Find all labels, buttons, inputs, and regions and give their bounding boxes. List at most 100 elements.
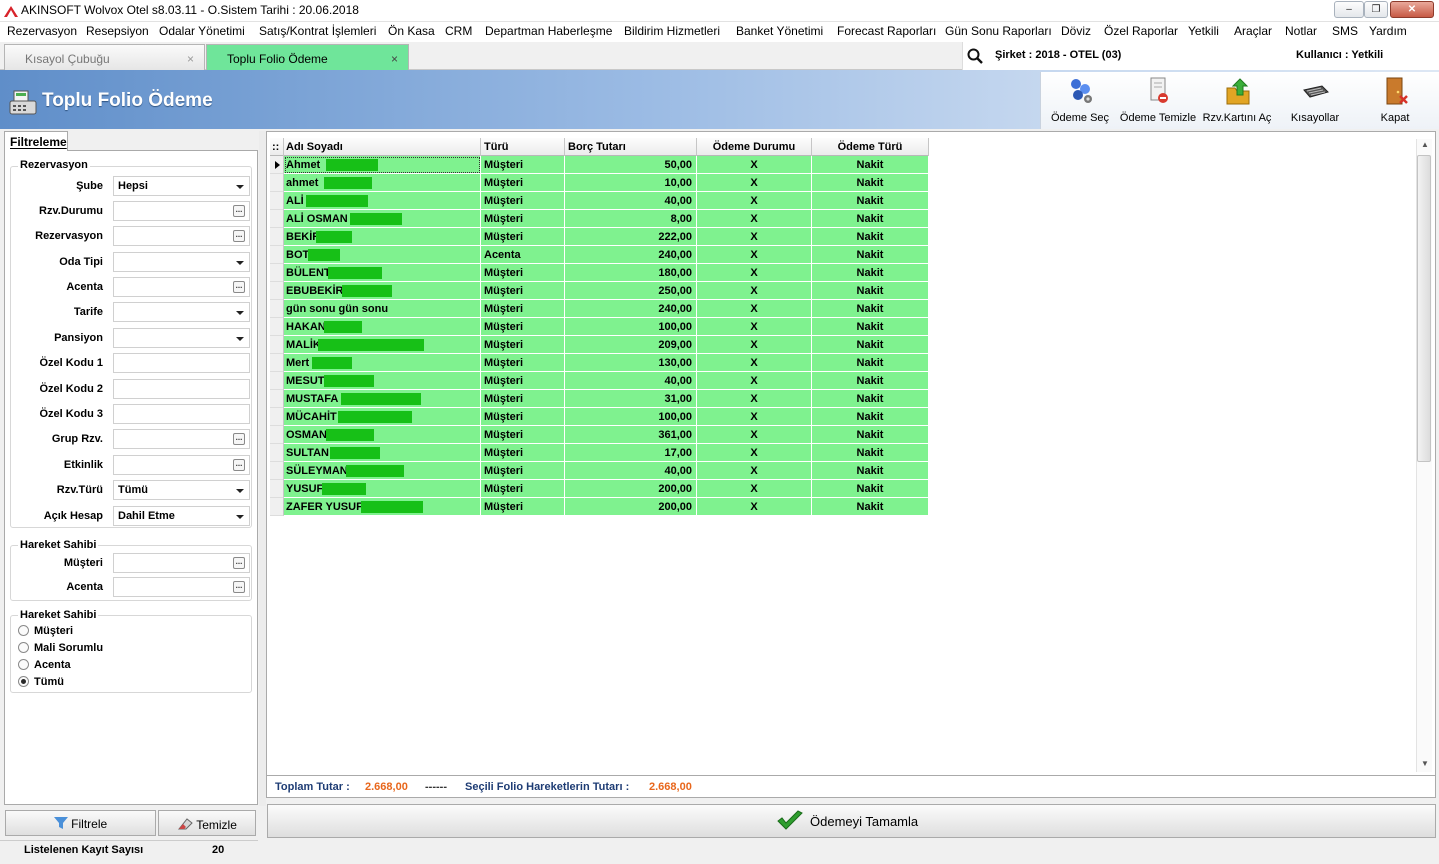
- table-row[interactable]: ZAFER YUSUF Müşteri 200,00 X Nakit: [270, 498, 929, 516]
- cell-payment-status[interactable]: X: [697, 354, 812, 372]
- tab-filtreleme[interactable]: Filtreleme: [4, 131, 68, 151]
- radio-musteri[interactable]: Müşteri: [18, 625, 73, 637]
- table-row[interactable]: EBUBEKİR Müşteri 250,00 X Nakit: [270, 282, 929, 300]
- cell-payment-type[interactable]: Nakit: [812, 282, 929, 300]
- cell-payment-status[interactable]: X: [697, 408, 812, 426]
- row-indicator[interactable]: [270, 282, 284, 300]
- pansiyon-dropdown[interactable]: [113, 328, 250, 348]
- kapat-button[interactable]: Kapat: [1356, 76, 1434, 126]
- cell-payment-type[interactable]: Nakit: [812, 300, 929, 318]
- table-row[interactable]: MUSTAFA Müşteri 31,00 X Nakit: [270, 390, 929, 408]
- rzv-durumu-field[interactable]: ...: [113, 201, 250, 221]
- ozel-kodu-2-input[interactable]: [113, 379, 250, 399]
- table-row[interactable]: Ahmet Müşteri 50,00 X Nakit: [270, 156, 929, 174]
- menu-crm[interactable]: CRM: [445, 24, 472, 38]
- cell-payment-status[interactable]: X: [697, 444, 812, 462]
- ozel-kodu-1-input[interactable]: [113, 353, 250, 373]
- row-indicator[interactable]: [270, 390, 284, 408]
- hareket-acenta-field[interactable]: ...: [113, 577, 250, 597]
- row-indicator[interactable]: [270, 462, 284, 480]
- cell-payment-status[interactable]: X: [697, 192, 812, 210]
- radio-mali-sorumlu[interactable]: Mali Sorumlu: [18, 642, 103, 654]
- row-indicator[interactable]: [270, 174, 284, 192]
- splitter[interactable]: [259, 131, 266, 806]
- ozel-kodu-3-input[interactable]: [113, 404, 250, 424]
- row-indicator[interactable]: [270, 246, 284, 264]
- oda-tipi-dropdown[interactable]: [113, 252, 250, 272]
- grup-rzv-field[interactable]: ...: [113, 429, 250, 449]
- row-indicator[interactable]: [270, 228, 284, 246]
- menu-resepsiyon[interactable]: Resepsiyon: [86, 24, 149, 38]
- cell-payment-type[interactable]: Nakit: [812, 408, 929, 426]
- odeme-temizle-button[interactable]: Ödeme Temizle: [1119, 76, 1197, 126]
- col-borc-tutari[interactable]: Borç Tutarı: [565, 138, 697, 156]
- row-indicator[interactable]: [270, 408, 284, 426]
- table-row[interactable]: BEKİR Müşteri 222,00 X Nakit: [270, 228, 929, 246]
- tarife-dropdown[interactable]: [113, 302, 250, 322]
- musteri-field[interactable]: ...: [113, 553, 250, 573]
- menu-satis-kontrat[interactable]: Satış/Kontrat İşlemleri: [259, 24, 376, 38]
- scroll-up-icon[interactable]: ▲: [1421, 140, 1429, 149]
- cell-payment-status[interactable]: X: [697, 390, 812, 408]
- temizle-button[interactable]: Temizle: [158, 810, 256, 836]
- odeme-sec-button[interactable]: Ödeme Seç: [1041, 76, 1119, 126]
- row-indicator[interactable]: [270, 354, 284, 372]
- menu-departman-haberlesme[interactable]: Departman Haberleşme: [485, 24, 612, 38]
- cell-payment-status[interactable]: X: [697, 282, 812, 300]
- cell-payment-status[interactable]: X: [697, 228, 812, 246]
- radio-tumu[interactable]: Tümü: [18, 676, 64, 688]
- cell-payment-type[interactable]: Nakit: [812, 336, 929, 354]
- cell-payment-status[interactable]: X: [697, 174, 812, 192]
- cell-payment-type[interactable]: Nakit: [812, 444, 929, 462]
- table-row[interactable]: MALİK Müşteri 209,00 X Nakit: [270, 336, 929, 354]
- table-row[interactable]: gün sonu gün sonu Müşteri 240,00 X Nakit: [270, 300, 929, 318]
- row-indicator[interactable]: [270, 444, 284, 462]
- menu-gun-sonu-raporlari[interactable]: Gün Sonu Raporları: [945, 24, 1052, 38]
- col-odeme-turu[interactable]: Ödeme Türü: [812, 138, 929, 156]
- cell-payment-type[interactable]: Nakit: [812, 426, 929, 444]
- cell-payment-status[interactable]: X: [697, 210, 812, 228]
- acik-hesap-dropdown[interactable]: Dahil Etme: [113, 506, 250, 526]
- menu-sms[interactable]: SMS: [1332, 24, 1358, 38]
- cell-payment-type[interactable]: Nakit: [812, 498, 929, 516]
- row-indicator[interactable]: [270, 372, 284, 390]
- col-adi-soyadi[interactable]: Adı Soyadı: [284, 138, 481, 156]
- row-indicator[interactable]: [270, 498, 284, 516]
- tab-close-icon[interactable]: ×: [391, 52, 398, 66]
- cell-payment-status[interactable]: X: [697, 246, 812, 264]
- kisayollar-button[interactable]: Kısayollar: [1276, 76, 1354, 126]
- menu-banket-yonetimi[interactable]: Banket Yönetimi: [736, 24, 823, 38]
- menu-rezervasyon[interactable]: Rezervasyon: [7, 24, 77, 38]
- ellipsis-button[interactable]: ...: [233, 205, 245, 217]
- ellipsis-button[interactable]: ...: [233, 281, 245, 293]
- search-icon[interactable]: [967, 48, 983, 64]
- col-turu[interactable]: Türü: [481, 138, 565, 156]
- menu-notlar[interactable]: Notlar: [1285, 24, 1317, 38]
- ellipsis-button[interactable]: ...: [233, 459, 245, 471]
- acenta-field[interactable]: ...: [113, 277, 250, 297]
- ellipsis-button[interactable]: ...: [233, 581, 245, 593]
- cell-payment-status[interactable]: X: [697, 498, 812, 516]
- cell-payment-status[interactable]: X: [697, 264, 812, 282]
- menu-yetkili[interactable]: Yetkili: [1188, 24, 1219, 38]
- rzv-turu-dropdown[interactable]: Tümü: [113, 480, 250, 500]
- cell-payment-status[interactable]: X: [697, 318, 812, 336]
- cell-payment-type[interactable]: Nakit: [812, 192, 929, 210]
- row-indicator[interactable]: [270, 300, 284, 318]
- drag-handle-icon[interactable]: ::: [270, 138, 284, 156]
- row-indicator[interactable]: [270, 426, 284, 444]
- rezervasyon-field[interactable]: ...: [113, 226, 250, 246]
- row-indicator[interactable]: [270, 210, 284, 228]
- menu-araclar[interactable]: Araçlar: [1234, 24, 1272, 38]
- table-row[interactable]: SÜLEYMAN Müşteri 40,00 X Nakit: [270, 462, 929, 480]
- table-row[interactable]: OSMAN Müşteri 361,00 X Nakit: [270, 426, 929, 444]
- scrollbar-thumb[interactable]: [1417, 155, 1431, 462]
- filtrele-button[interactable]: Filtrele: [5, 810, 156, 836]
- cell-payment-status[interactable]: X: [697, 336, 812, 354]
- table-row[interactable]: MÜCAHİT Müşteri 100,00 X Nakit: [270, 408, 929, 426]
- table-row[interactable]: BÜLENT Müşteri 180,00 X Nakit: [270, 264, 929, 282]
- cell-payment-status[interactable]: X: [697, 480, 812, 498]
- table-row[interactable]: ALİ OSMAN Müşteri 8,00 X Nakit: [270, 210, 929, 228]
- menu-bildirim-hizmetleri[interactable]: Bildirim Hizmetleri: [624, 24, 720, 38]
- cell-payment-status[interactable]: X: [697, 462, 812, 480]
